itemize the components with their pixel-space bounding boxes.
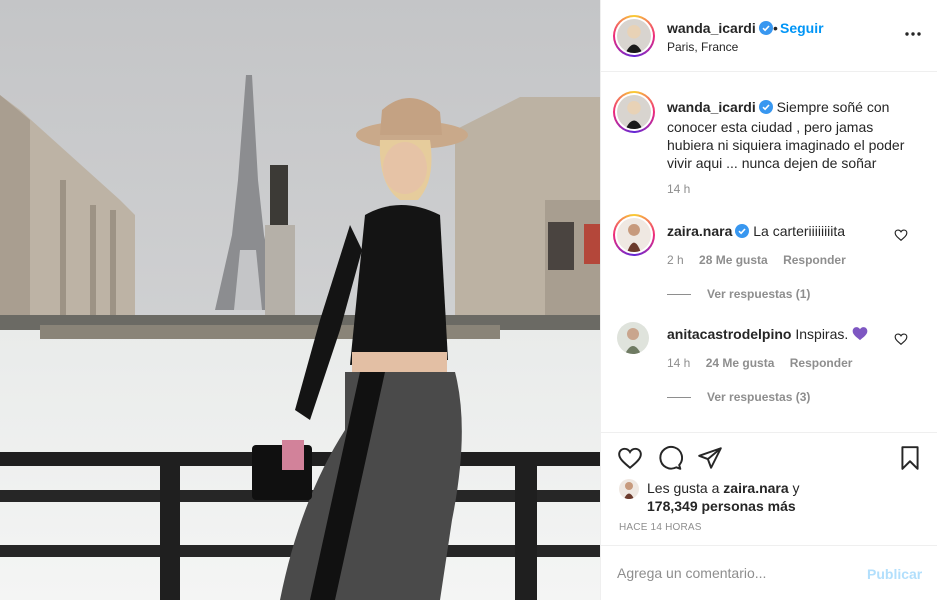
comment-like-heart-icon[interactable]	[894, 228, 908, 242]
view-replies-button[interactable]: Ver respuestas (1)	[667, 287, 810, 301]
comment-avatar[interactable]	[613, 214, 655, 256]
likes-conjunction: y	[788, 480, 800, 496]
reply-button[interactable]: Responder	[783, 253, 846, 267]
caption-text-block: wanda_icardi Siempre soñé con conocer es…	[667, 98, 917, 172]
comment-meta: 14 h 24 Me gusta Responder	[667, 356, 864, 370]
liked-by-avatar[interactable]	[619, 479, 639, 499]
comment-text: La carteriiiiiiiita	[753, 223, 846, 239]
more-options-icon[interactable]	[903, 24, 923, 44]
verified-badge-icon	[735, 224, 750, 242]
view-replies-button[interactable]: Ver respuestas (3)	[667, 390, 810, 404]
caption-time[interactable]: 14 h	[667, 182, 690, 196]
like-heart-icon[interactable]	[617, 445, 643, 471]
comment-text: Inspiras.	[795, 326, 849, 342]
post-photo[interactable]	[0, 0, 600, 600]
post-time-ago[interactable]: HACE 14 HORAS	[619, 522, 702, 533]
caption-username[interactable]: wanda_icardi	[667, 99, 756, 115]
author-avatar[interactable]	[613, 15, 655, 57]
comment-avatar[interactable]	[617, 322, 649, 354]
post-photo-image	[0, 0, 600, 600]
author-username-text[interactable]: wanda_icardi	[667, 20, 756, 36]
verified-badge-icon	[758, 21, 773, 38]
likes-prefix: Les gusta a	[647, 480, 724, 496]
post-header: wanda_icardi • Seguir Paris, France	[601, 0, 937, 72]
likes-text: Les gusta a zaira.nara y 178,349 persona…	[647, 479, 917, 515]
avatar-image	[619, 479, 639, 499]
comment-text-block: zaira.nara La carteriiiiiiiita	[667, 222, 917, 242]
comment-likes[interactable]: 28 Me gusta	[699, 253, 768, 267]
caption-author-avatar[interactable]	[613, 91, 655, 133]
comment-time[interactable]: 2 h	[667, 253, 684, 267]
instagram-post-modal: wanda_icardi • Seguir Paris, France wand…	[0, 0, 937, 600]
avatar-image	[617, 19, 651, 53]
reply-button[interactable]: Responder	[790, 356, 853, 370]
caption-meta: 14 h	[667, 182, 702, 196]
verified-badge-icon	[758, 100, 773, 118]
avatar-image	[617, 322, 649, 354]
bookmark-icon[interactable]	[897, 445, 923, 471]
view-replies-label[interactable]: Ver respuestas (1)	[707, 287, 810, 301]
comment-time[interactable]: 14 h	[667, 356, 690, 370]
post-side-panel: wanda_icardi • Seguir Paris, France wand…	[600, 0, 937, 600]
replies-line	[667, 294, 691, 296]
comment-likes[interactable]: 24 Me gusta	[706, 356, 775, 370]
publish-button[interactable]: Publicar	[867, 566, 922, 582]
comment-icon[interactable]	[657, 445, 683, 471]
replies-line	[667, 397, 691, 399]
separator-dot: •	[773, 20, 778, 36]
author-username[interactable]: wanda_icardi	[667, 20, 773, 38]
purple-heart-emoji-icon	[852, 326, 868, 345]
follow-button[interactable]: Seguir	[780, 20, 824, 36]
likes-count[interactable]: 178,349 personas más	[647, 498, 796, 514]
avatar-image	[617, 95, 651, 129]
avatar-image	[617, 218, 651, 252]
comments-list[interactable]: wanda_icardi Siempre soñé con conocer es…	[601, 73, 937, 431]
add-comment-input[interactable]	[617, 565, 847, 581]
comment-text-block: anitacastrodelpino Inspiras.	[667, 325, 917, 345]
share-icon[interactable]	[697, 445, 723, 471]
view-replies-label[interactable]: Ver respuestas (3)	[707, 390, 810, 404]
liked-by-username[interactable]: zaira.nara	[723, 480, 788, 496]
comment-username[interactable]: zaira.nara	[667, 223, 732, 239]
comment-like-heart-icon[interactable]	[894, 332, 908, 346]
post-location[interactable]: Paris, France	[667, 40, 738, 54]
post-actions-bar	[601, 432, 937, 482]
add-comment-bar: Publicar	[601, 545, 937, 600]
comment-meta: 2 h 28 Me gusta Responder	[667, 253, 858, 267]
comment-username[interactable]: anitacastrodelpino	[667, 326, 791, 342]
